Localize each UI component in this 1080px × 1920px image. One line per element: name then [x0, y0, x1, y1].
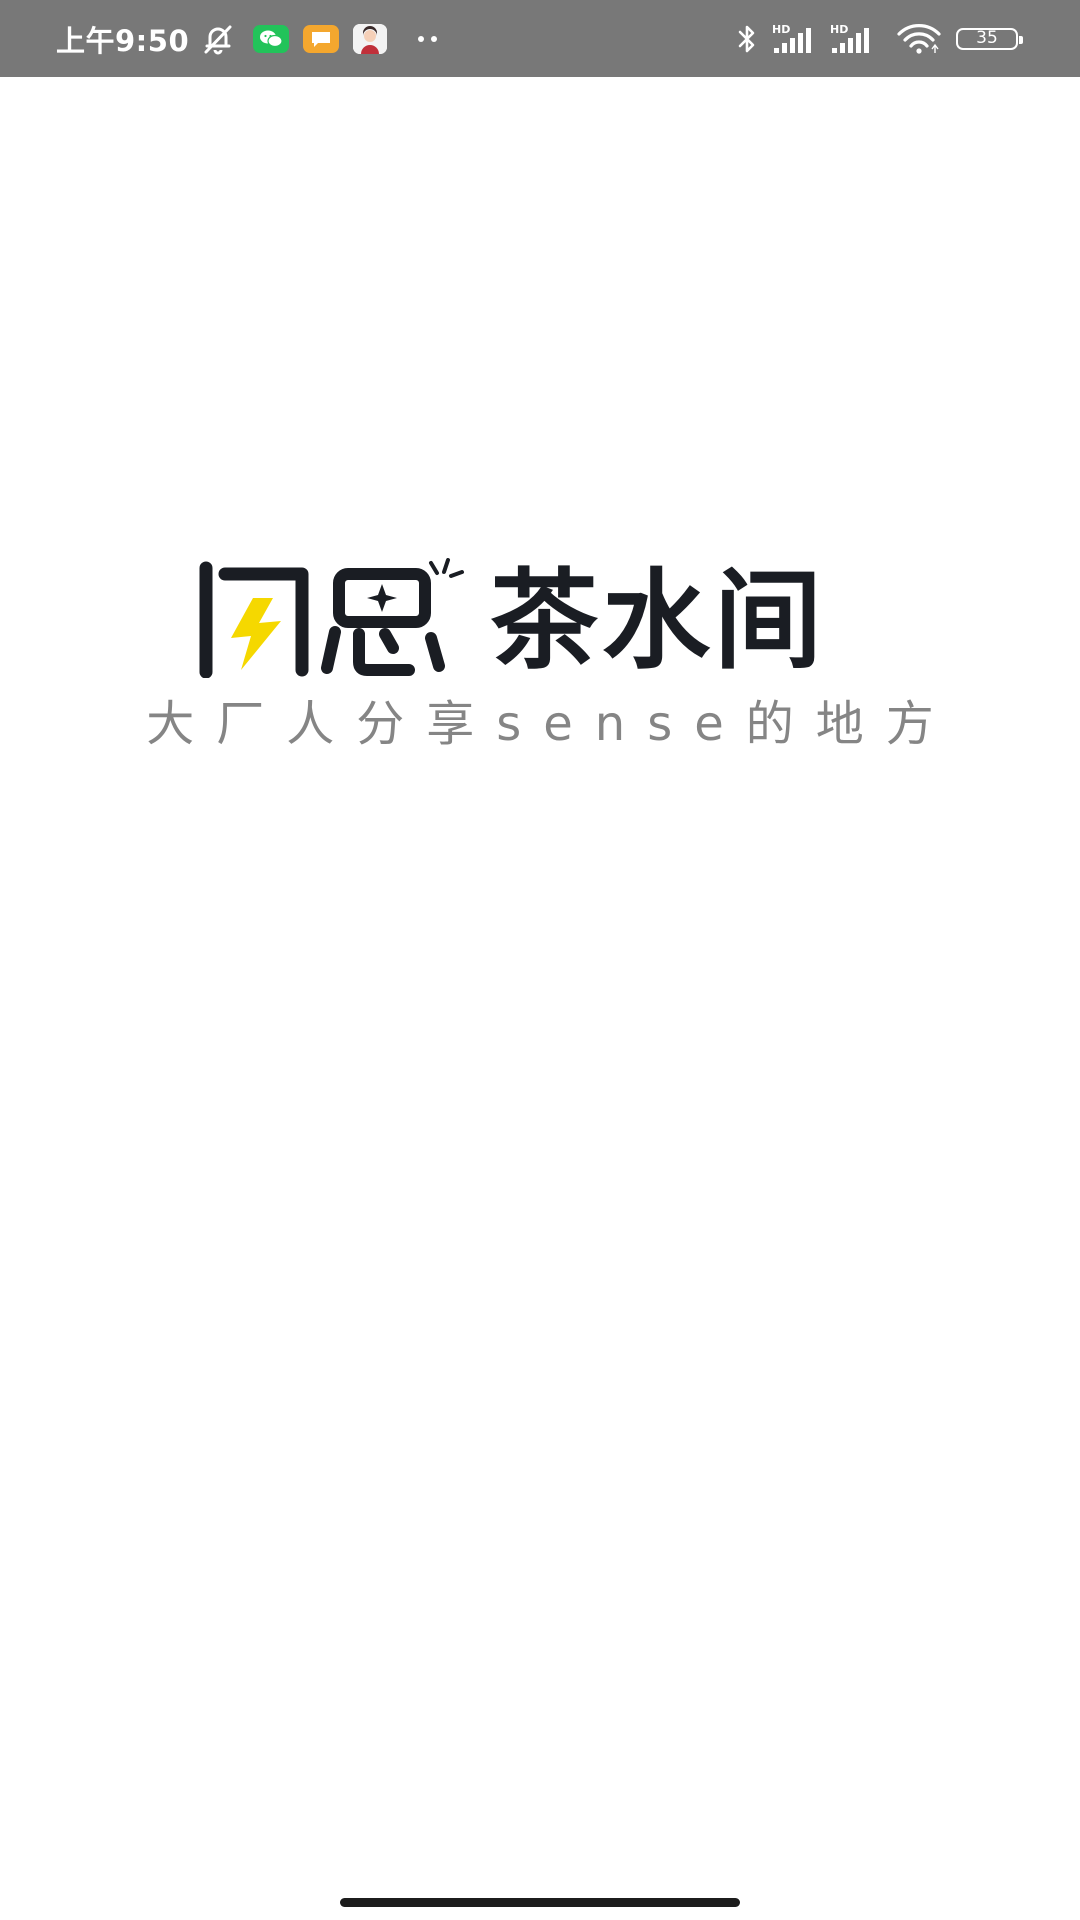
message-icon [303, 24, 340, 53]
battery-nub [1019, 35, 1023, 44]
svg-text:HD: HD [772, 23, 790, 36]
splash-screen: 上午9:50 HD HD 35 茶水间 大厂人分享sense的地方 [0, 0, 1080, 1920]
status-left: 上午9:50 [56, 0, 439, 77]
app-logo: 茶水间 [195, 558, 885, 678]
wifi-icon [896, 23, 942, 55]
svg-text:HD: HD [830, 23, 848, 36]
signal-hd-icon: HD [772, 22, 822, 56]
avatar-icon [353, 23, 388, 54]
logo-mark-icon [199, 558, 464, 678]
more-icon [417, 35, 439, 43]
status-time: 上午9:50 [56, 23, 190, 58]
battery-icon: 35 [956, 27, 1023, 50]
brand-name: 茶水间 [490, 559, 827, 684]
status-right: HD HD 35 [736, 0, 1023, 77]
bluetooth-icon [736, 22, 758, 56]
mute-icon [201, 22, 235, 56]
tagline: 大厂人分享sense的地方 [146, 696, 956, 752]
battery-level: 35 [976, 28, 998, 48]
home-indicator[interactable] [340, 1898, 740, 1907]
signal-hd-icon: HD [830, 22, 880, 56]
wechat-icon [253, 24, 290, 53]
status-bar: 上午9:50 HD HD 35 [0, 0, 1080, 77]
